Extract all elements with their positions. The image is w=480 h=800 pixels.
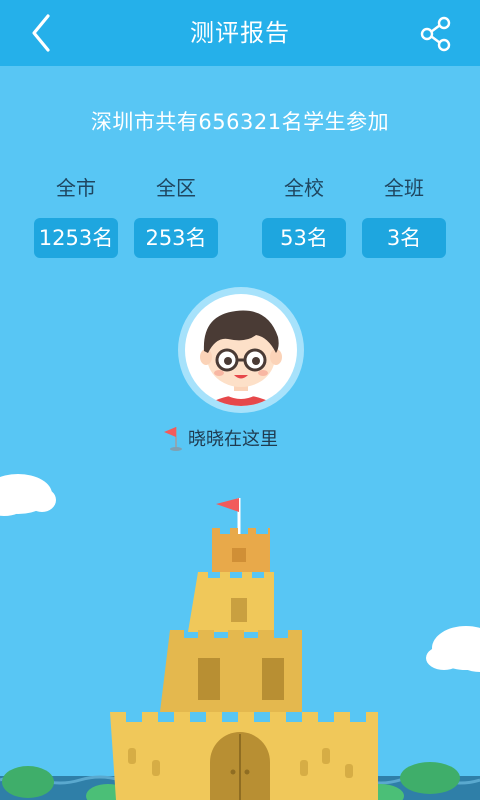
location-marker: 晓晓在这里 — [162, 424, 278, 452]
rank-value-badge: 253名 — [134, 218, 218, 258]
cloud-left — [0, 474, 56, 516]
rank-value-badge: 1253名 — [34, 218, 118, 258]
rank-class: 全班 3名 — [362, 172, 446, 258]
rank-label: 全区 — [156, 176, 196, 200]
cloud-right — [426, 626, 480, 672]
marker-label: 晓晓在这里 — [188, 429, 278, 450]
header-bar: 测评报告 — [0, 0, 480, 66]
share-button[interactable] — [416, 14, 456, 54]
page-title: 测评报告 — [190, 19, 290, 47]
rank-label: 全班 — [384, 176, 424, 200]
student-avatar — [178, 287, 304, 413]
participant-summary: 深圳市共有656321名学生参加 — [90, 110, 390, 134]
rank-label: 全校 — [284, 176, 324, 200]
water — [0, 776, 480, 800]
flag-icon — [164, 427, 182, 451]
rank-value-badge: 3名 — [362, 218, 446, 258]
share-icon — [420, 16, 451, 52]
bush-right — [400, 762, 460, 794]
rank-district: 全区 253名 — [134, 172, 218, 258]
bush-left — [2, 766, 54, 798]
rank-value-badge: 53名 — [262, 218, 346, 258]
rank-school: 全校 53名 — [262, 172, 346, 258]
sandcastle-illustration — [110, 498, 378, 800]
rank-label: 全市 — [56, 176, 96, 200]
rank-city: 全市 1253名 — [34, 172, 118, 258]
